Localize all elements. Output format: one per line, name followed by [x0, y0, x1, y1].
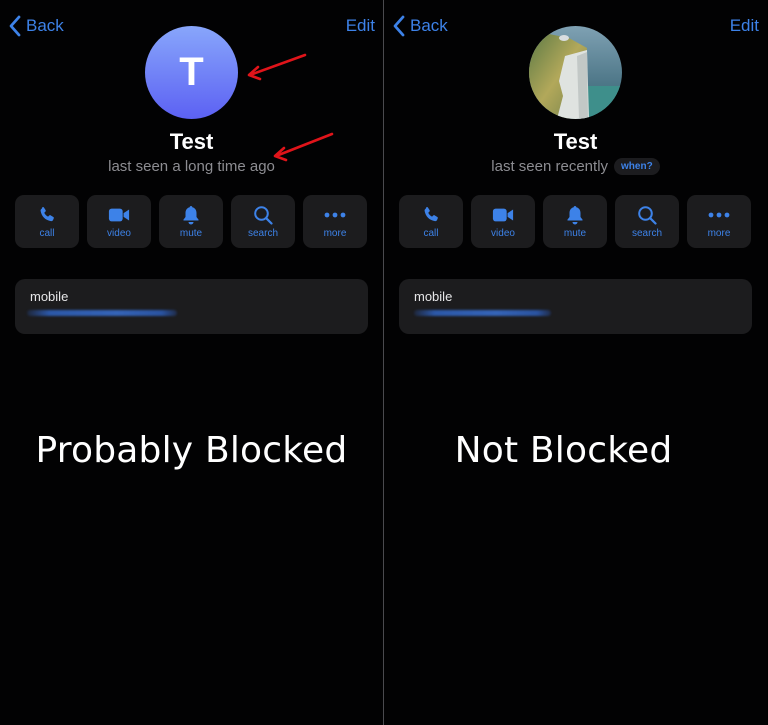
mute-button[interactable]: mute — [543, 195, 607, 248]
contact-name: Test — [169, 129, 214, 154]
caption: Not Blocked — [454, 430, 673, 471]
more-label: more — [707, 227, 731, 239]
video-button[interactable]: video — [87, 195, 151, 248]
ellipsis-icon — [324, 205, 346, 225]
video-button[interactable]: video — [471, 195, 535, 248]
phone-number-redacted[interactable] — [414, 310, 551, 316]
search-button[interactable]: search — [231, 195, 295, 248]
panel-probably-blocked: Back Edit T Test last seen a long time a… — [0, 0, 383, 725]
more-button[interactable]: more — [303, 195, 367, 248]
phone-info-card[interactable]: mobile — [15, 279, 368, 334]
phone-number-redacted[interactable] — [27, 310, 177, 316]
call-label: call — [423, 227, 439, 239]
back-label: Back — [410, 16, 448, 35]
avatar[interactable] — [529, 26, 622, 119]
caption: Probably Blocked — [35, 430, 348, 471]
phone-label: mobile — [414, 289, 453, 304]
search-button[interactable]: search — [615, 195, 679, 248]
cliff-photo-image — [529, 26, 622, 119]
video-camera-icon — [108, 205, 130, 225]
status-row: last seen a long time ago — [0, 158, 383, 175]
search-label: search — [247, 227, 278, 239]
avatar[interactable]: T — [145, 26, 238, 119]
back-button[interactable]: Back — [8, 14, 64, 38]
edit-button[interactable]: Edit — [346, 16, 375, 36]
mute-button[interactable]: mute — [159, 195, 223, 248]
phone-icon — [36, 205, 58, 225]
magnifier-icon — [252, 205, 274, 225]
call-button[interactable]: call — [399, 195, 463, 248]
panel-not-blocked: Back Edit Test last seen recently when? — [384, 0, 767, 725]
bell-icon — [564, 205, 586, 225]
chevron-left-icon — [8, 15, 22, 37]
ellipsis-icon — [708, 205, 730, 225]
more-button[interactable]: more — [687, 195, 751, 248]
when-button[interactable]: when? — [614, 158, 660, 175]
video-label: video — [491, 227, 515, 239]
phone-info-card[interactable]: mobile — [399, 279, 752, 334]
video-camera-icon — [492, 205, 514, 225]
call-button[interactable]: call — [15, 195, 79, 248]
bell-icon — [180, 205, 202, 225]
contact-name: Test — [553, 129, 598, 154]
mute-label: mute — [179, 227, 203, 239]
chevron-left-icon — [392, 15, 406, 37]
video-label: video — [107, 227, 131, 239]
action-bar: call video mute search more — [399, 195, 751, 248]
edit-button[interactable]: Edit — [730, 16, 759, 36]
call-label: call — [39, 227, 55, 239]
avatar-initial: T — [179, 50, 204, 94]
magnifier-icon — [636, 205, 658, 225]
phone-icon — [420, 205, 442, 225]
search-label: search — [631, 227, 662, 239]
more-label: more — [323, 227, 347, 239]
back-label: Back — [26, 16, 64, 35]
mute-label: mute — [563, 227, 587, 239]
back-button[interactable]: Back — [392, 14, 448, 38]
last-seen-status: last seen recently — [491, 158, 609, 175]
action-bar: call video mute search more — [15, 195, 367, 248]
phone-label: mobile — [30, 289, 69, 304]
last-seen-status: last seen a long time ago — [108, 158, 275, 175]
status-row: last seen recently when? — [384, 158, 767, 175]
